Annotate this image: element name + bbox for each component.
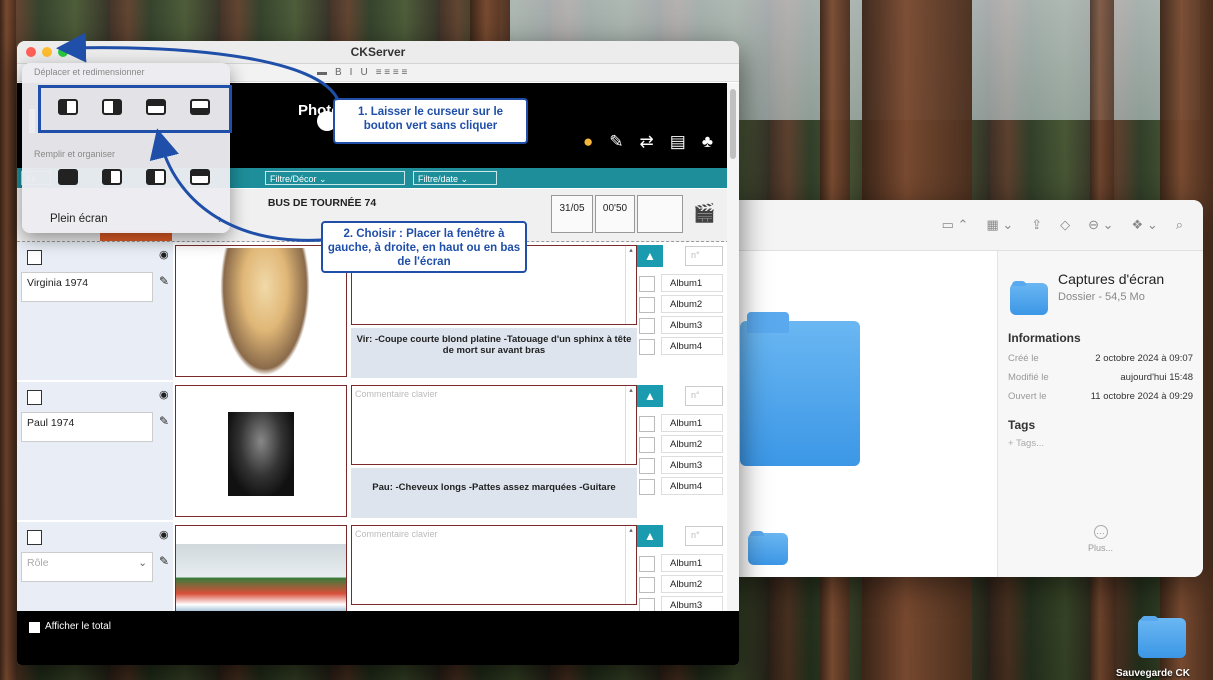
annotation-arrows xyxy=(56,32,340,242)
arrow-to-green-button xyxy=(56,32,340,101)
arrow-to-tiles xyxy=(149,128,323,242)
